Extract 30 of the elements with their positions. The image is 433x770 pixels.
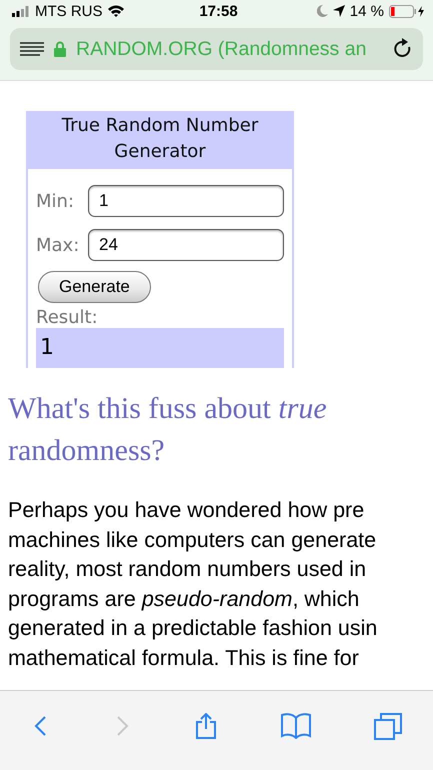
paragraph-line: programs are pseudo-random, which — [8, 586, 360, 612]
paragraph-line: machines like computers can generate — [8, 526, 378, 554]
tabs-icon[interactable] — [374, 712, 402, 740]
clock-time: 17:58 — [199, 2, 238, 20]
number-field[interactable]: 1 — [88, 185, 284, 217]
paragraph-line: mathematical formula. This is fine for — [8, 644, 360, 672]
lock-icon — [54, 41, 66, 57]
section-heading: What's this fuss about true randomness? — [8, 391, 328, 469]
menu-icon[interactable] — [20, 42, 44, 56]
paragraph-line: reality, most random numbers used in — [8, 556, 368, 583]
page-title: RANDOM.ORG (Randomness an — [76, 38, 368, 60]
location-icon — [332, 5, 345, 17]
field-label: Max: — [36, 234, 80, 256]
signal-icon — [12, 6, 30, 16]
battery-icon — [389, 4, 425, 18]
paragraph-line: generated in a predictable fashion usin — [8, 615, 378, 642]
generate-button[interactable]: Generate — [38, 271, 151, 303]
result-label: Result: — [36, 307, 99, 328]
carrier-name: MTS RUS — [35, 2, 102, 20]
paragraph-line: Perhaps you have wondered how pre — [8, 497, 366, 524]
battery-percent: 14 % — [350, 2, 384, 20]
field-label: Min: — [36, 190, 76, 212]
bookmarks-icon[interactable] — [280, 712, 310, 739]
widget-title: True Random Number Generator — [28, 111, 292, 169]
number-field[interactable]: 24 — [88, 229, 284, 261]
moon-icon — [316, 5, 328, 17]
result-value: 1 — [36, 328, 284, 368]
share-icon[interactable] — [194, 712, 218, 738]
reload-icon[interactable] — [393, 38, 413, 60]
wifi-icon — [108, 5, 124, 17]
